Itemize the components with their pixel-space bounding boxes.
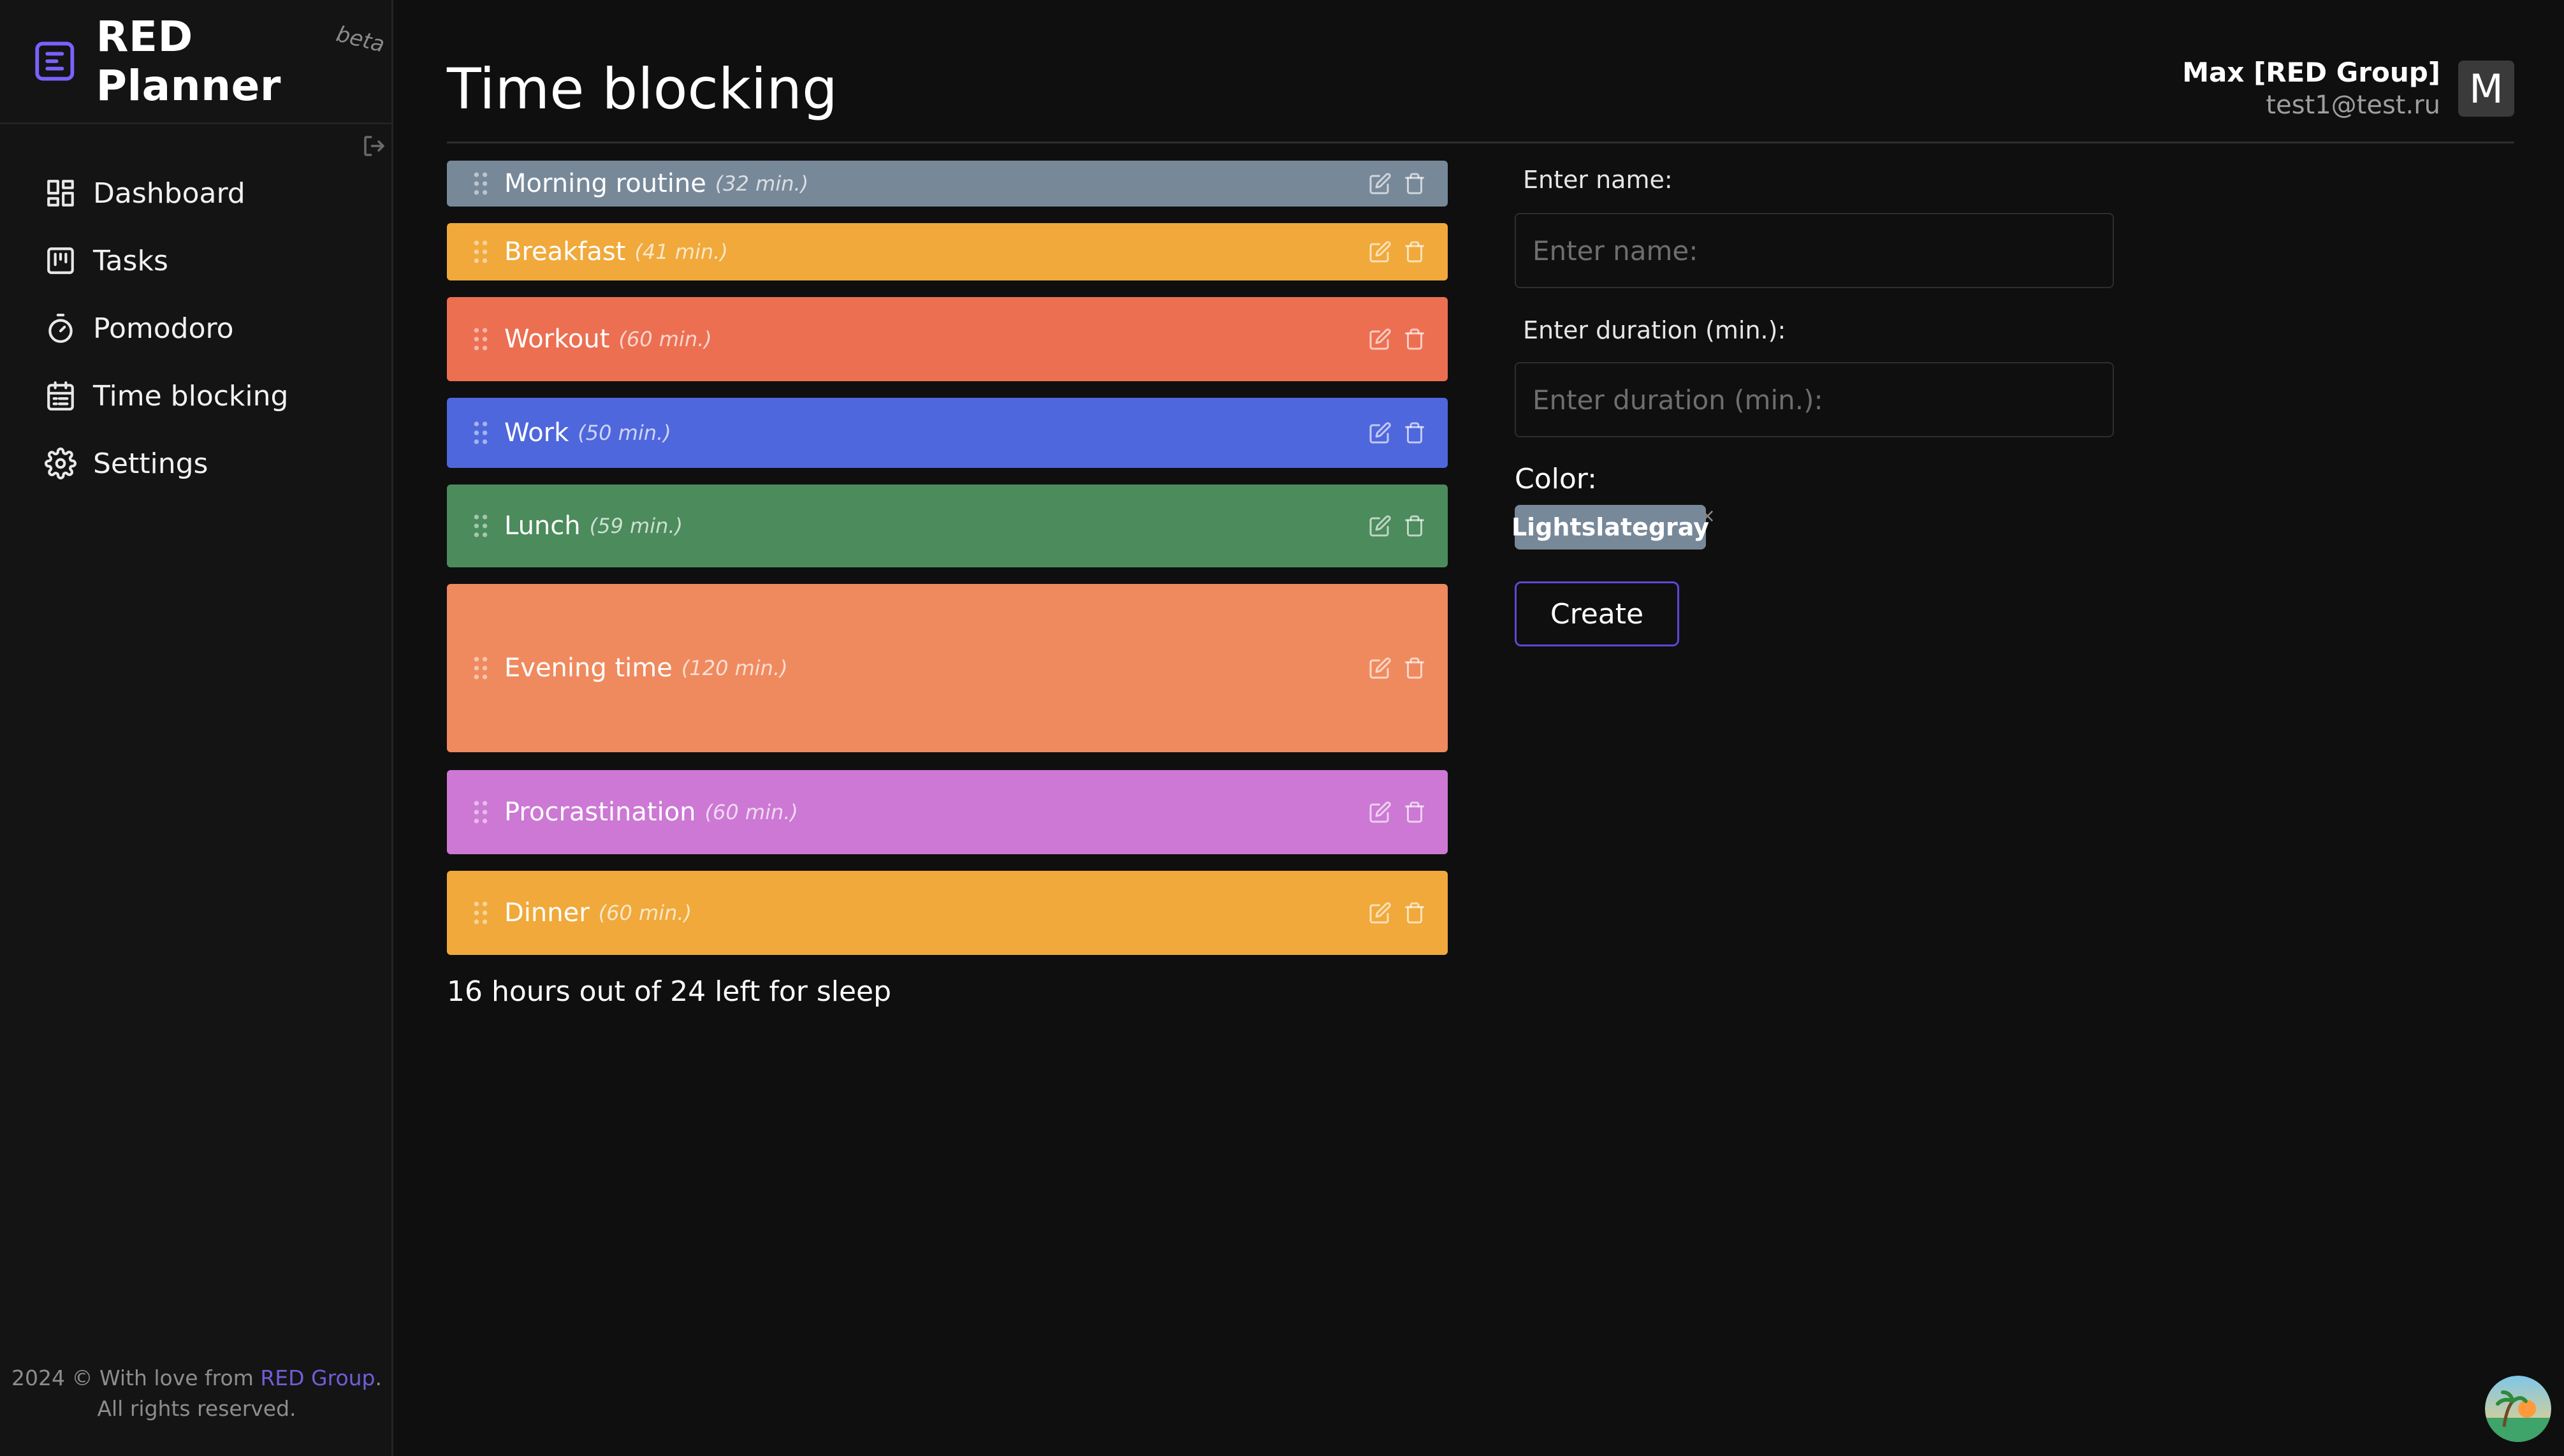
name-input[interactable]: [1515, 213, 2114, 288]
trash-icon[interactable]: [1403, 421, 1426, 444]
sleep-summary: 16 hours out of 24 left for sleep: [447, 975, 892, 1008]
drag-handle-icon[interactable]: [474, 799, 488, 825]
time-block-morning-routine[interactable]: Morning routine (32 min.): [447, 161, 1448, 207]
trash-icon[interactable]: [1403, 901, 1426, 924]
block-duration: (60 min.): [598, 901, 692, 925]
footer-link[interactable]: RED Group: [260, 1365, 375, 1390]
page-title: Time blocking: [447, 56, 838, 122]
time-block-lunch[interactable]: Lunch (59 min.): [447, 484, 1448, 567]
block-name: Lunch: [504, 511, 581, 541]
block-duration: (41 min.): [634, 240, 728, 264]
drag-handle-icon[interactable]: [474, 171, 488, 196]
time-block-breakfast[interactable]: Breakfast (41 min.): [447, 223, 1448, 280]
edit-icon[interactable]: [1369, 901, 1392, 924]
trash-icon[interactable]: [1403, 657, 1426, 680]
name-label: Enter name:: [1523, 166, 1673, 194]
edit-icon[interactable]: [1369, 172, 1392, 195]
block-name: Morning routine: [504, 169, 706, 198]
drag-handle-icon[interactable]: [474, 420, 488, 446]
block-duration: (59 min.): [589, 514, 683, 538]
sidebar-item-time-blocking[interactable]: Time blocking: [45, 362, 288, 430]
gear-icon: [45, 448, 76, 479]
block-name: Workout: [504, 324, 610, 354]
block-name: Procrastination: [504, 797, 696, 827]
drag-handle-icon[interactable]: [474, 900, 488, 926]
trash-icon[interactable]: [1403, 328, 1426, 351]
footer-rights: All rights reserved.: [97, 1396, 296, 1421]
block-name: Evening time: [504, 653, 673, 683]
edit-icon[interactable]: [1369, 801, 1392, 824]
edit-icon[interactable]: [1369, 657, 1392, 680]
create-button[interactable]: Create: [1515, 581, 1679, 646]
sidebar-footer: 2024 © With love from RED Group. All rig…: [0, 1363, 393, 1424]
trash-icon[interactable]: [1403, 172, 1426, 195]
block-duration: (60 min.): [704, 800, 798, 824]
block-actions: [1357, 172, 1426, 195]
footer-period: .: [375, 1365, 382, 1390]
timer-icon: [48, 314, 73, 343]
edit-icon[interactable]: [1369, 240, 1392, 263]
block-actions: [1357, 901, 1426, 924]
time-block-work[interactable]: Work (50 min.): [447, 398, 1448, 468]
edit-icon[interactable]: [1369, 328, 1392, 351]
block-name: Breakfast: [504, 237, 626, 266]
edit-icon[interactable]: [1369, 421, 1392, 444]
trash-icon[interactable]: [1403, 240, 1426, 263]
user-email: test1@test.ru: [2266, 91, 2440, 120]
time-block-procrastination[interactable]: Procrastination (60 min.): [447, 770, 1448, 854]
block-duration: (50 min.): [578, 421, 671, 445]
drag-handle-icon[interactable]: [474, 655, 488, 681]
block-name: Work: [504, 418, 569, 448]
sidebar-item-pomodoro[interactable]: Pomodoro: [45, 295, 288, 362]
sidebar-item-label: Time blocking: [93, 379, 289, 412]
drag-handle-icon[interactable]: [474, 513, 488, 539]
block-actions: [1357, 240, 1426, 263]
block-actions: [1357, 514, 1426, 537]
drag-handle-icon[interactable]: [474, 326, 488, 352]
user-name: Max [RED Group]: [2182, 57, 2440, 88]
calendar-icon: [47, 381, 74, 411]
header-divider: [447, 142, 2514, 143]
avatar[interactable]: M: [2458, 61, 2514, 117]
user-profile[interactable]: Max [RED Group] test1@test.ru M: [2182, 56, 2514, 121]
trash-icon[interactable]: [1403, 801, 1426, 824]
block-actions: [1357, 421, 1426, 444]
sidebar-item-dashboard[interactable]: Dashboard: [45, 159, 288, 227]
logout-icon[interactable]: [361, 133, 388, 159]
trash-icon[interactable]: [1403, 514, 1426, 537]
dashboard-icon: [47, 180, 74, 207]
sidebar-item-label: Tasks: [93, 244, 168, 277]
block-actions: [1357, 801, 1426, 824]
sidebar-item-label: Dashboard: [93, 177, 245, 210]
duration-label: Enter duration (min.):: [1523, 316, 1786, 344]
sidebar-menu: Dashboard Tasks Pomodoro Time blocking S…: [45, 159, 288, 497]
sidebar-item-label: Settings: [93, 447, 208, 480]
drag-handle-icon[interactable]: [474, 239, 488, 265]
sidebar-divider: [0, 122, 393, 124]
block-actions: [1357, 328, 1426, 351]
sidebar-item-settings[interactable]: Settings: [45, 430, 288, 497]
sidebar-item-label: Pomodoro: [93, 312, 234, 345]
block-name: Dinner: [504, 898, 590, 928]
color-label: Color:: [1515, 463, 1597, 495]
time-block-evening-time[interactable]: Evening time (120 min.): [447, 584, 1448, 752]
footer-text: 2024 © With love from: [11, 1365, 254, 1390]
logo-icon: [35, 41, 75, 81]
clear-color-icon[interactable]: ×: [1700, 505, 1715, 527]
sidebar: RED Planner beta Dashboard Tasks Pomodor…: [0, 0, 393, 1456]
sidebar-item-tasks[interactable]: Tasks: [45, 227, 288, 295]
block-duration: (32 min.): [715, 171, 809, 196]
time-block-workout[interactable]: Workout (60 min.): [447, 297, 1448, 381]
floating-widget-icon[interactable]: [2485, 1376, 2551, 1442]
duration-input[interactable]: [1515, 362, 2114, 437]
color-select[interactable]: Lightslategray: [1511, 505, 1709, 550]
kanban-icon: [47, 247, 74, 274]
time-block-dinner[interactable]: Dinner (60 min.): [447, 871, 1448, 955]
block-duration: (60 min.): [618, 327, 712, 351]
block-duration: (120 min.): [681, 656, 788, 680]
edit-icon[interactable]: [1369, 514, 1392, 537]
block-actions: [1357, 657, 1426, 680]
